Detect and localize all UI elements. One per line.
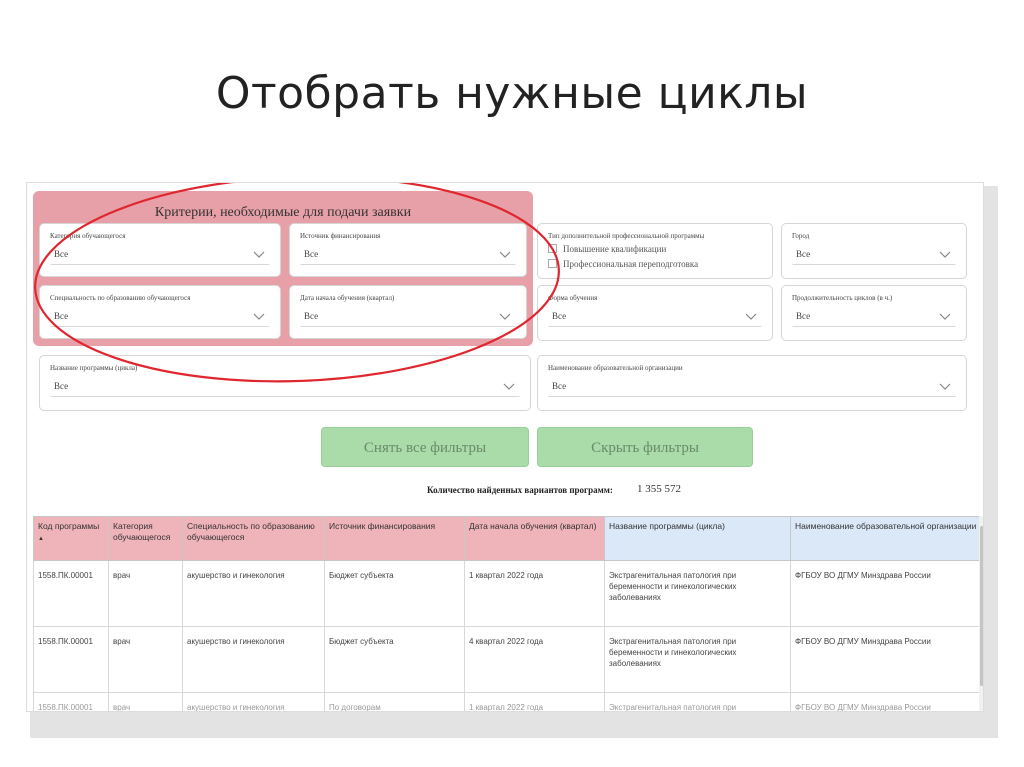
funding-filter: Источник финансирования Все [289, 223, 527, 277]
header-funding[interactable]: Источник финансирования [324, 516, 465, 561]
specialty-value: Все [54, 311, 69, 321]
checkbox-icon[interactable] [548, 244, 557, 253]
header-start-date[interactable]: Дата начала обучения (квартал) [464, 516, 605, 561]
cell-specialty: акушерство и гинекология [182, 626, 325, 693]
cell-start-date: 4 квартал 2022 года [464, 626, 605, 693]
duration-value: Все [796, 311, 811, 321]
table-scrollbar[interactable] [979, 516, 983, 711]
cell-organization: ФГБОУ ВО ДГМУ Минздрава России [789, 692, 982, 711]
results-count-label: Количество найденных вариантов программ: [427, 485, 613, 495]
program-name-value: Все [54, 381, 69, 391]
organization-value: Все [552, 381, 567, 391]
cell-funding: Бюджет субъекта [324, 560, 465, 627]
table-row[interactable]: 1558.ПК.00001 врач акушерство и гинеколо… [33, 626, 982, 693]
cell-specialty: акушерство и гинекология [182, 560, 325, 627]
option-retraining[interactable]: Профессиональная переподготовка [548, 259, 698, 269]
category-label: Категория обучающегося [50, 232, 126, 240]
cell-program-name: Экстрагенитальная патология при беременн… [604, 560, 791, 627]
category-filter: Категория обучающегося Все [39, 223, 281, 277]
city-select[interactable]: Все [792, 245, 956, 265]
option-qualification-label: Повышение квалификации [563, 244, 667, 254]
chevron-down-icon [253, 251, 265, 258]
header-organization[interactable]: Наименование образовательной организации [789, 516, 982, 561]
screenshot-frame: Критерии, необходимые для подачи заявки … [26, 182, 984, 712]
cell-organization: ФГБОУ ВО ДГМУ Минздрава России [789, 560, 982, 627]
category-select[interactable]: Все [50, 245, 270, 265]
cell-category: врач [108, 626, 183, 693]
city-filter: Город Все [781, 223, 967, 279]
chevron-down-icon [499, 313, 511, 320]
chevron-down-icon [499, 251, 511, 258]
criteria-panel: Критерии, необходимые для подачи заявки … [33, 191, 533, 346]
start-date-select[interactable]: Все [300, 307, 516, 327]
duration-select[interactable]: Все [792, 307, 956, 327]
funding-select[interactable]: Все [300, 245, 516, 265]
cell-category: врач [108, 560, 183, 627]
criteria-title: Критерии, необходимые для подачи заявки [154, 205, 412, 220]
sort-asc-icon: ▲ [38, 536, 44, 542]
start-date-label: Дата начала обучения (квартал) [300, 294, 395, 302]
table-header-row: Код программы ▲ Категория обучающегося Сп… [33, 516, 982, 561]
cell-start-date: 1 квартал 2022 года [464, 560, 605, 627]
results-count-value: 1 355 572 [637, 483, 681, 495]
cell-code: 1558.ПК.00001 [33, 560, 109, 627]
organization-select[interactable]: Все [548, 377, 956, 397]
specialty-select[interactable]: Все [50, 307, 270, 327]
checkbox-icon[interactable] [548, 259, 557, 268]
program-type-label: Тип дополнительной профессиональной прог… [548, 232, 705, 240]
hide-filters-button[interactable]: Скрыть фильтры [537, 427, 753, 467]
chevron-down-icon [253, 313, 265, 320]
header-category[interactable]: Категория обучающегося [108, 516, 183, 561]
study-form-select[interactable]: Все [548, 307, 762, 327]
program-name-filter: Название программы (цикла) Все [39, 355, 531, 411]
slide-title: Отобрать нужные циклы [215, 68, 809, 119]
duration-filter: Продолжительность циклов (в ч.) Все [781, 285, 967, 341]
program-name-label: Название программы (цикла) [50, 364, 138, 372]
header-specialty[interactable]: Специальность по образованию обучающегос… [182, 516, 325, 561]
cell-program-name: Экстрагенитальная патология при беременн… [604, 626, 791, 693]
specialty-label: Специальность по образованию обучающегос… [50, 294, 191, 302]
cell-code: 1558.ПК.00001 [33, 626, 109, 693]
chevron-down-icon [939, 383, 951, 390]
chevron-down-icon [939, 251, 951, 258]
scrollbar-thumb[interactable] [980, 526, 983, 686]
program-type-filter: Тип дополнительной профессиональной прог… [537, 223, 773, 279]
category-value: Все [54, 249, 69, 259]
specialty-filter: Специальность по образованию обучающегос… [39, 285, 281, 339]
program-name-select[interactable]: Все [50, 377, 520, 397]
cell-category: врач [108, 692, 183, 711]
table-row[interactable]: 1558.ПК.00001 врач акушерство и гинеколо… [33, 692, 982, 711]
chevron-down-icon [939, 313, 951, 320]
results-table: Код программы ▲ Категория обучающегося Сп… [33, 516, 982, 711]
chevron-down-icon [745, 313, 757, 320]
option-qualification[interactable]: Повышение квалификации [548, 244, 666, 254]
funding-value: Все [304, 249, 319, 259]
cell-specialty: акушерство и гинекология [182, 692, 325, 711]
cell-organization: ФГБОУ ВО ДГМУ Минздрава России [789, 626, 982, 693]
header-program-name[interactable]: Название программы (цикла) [604, 516, 791, 561]
header-code[interactable]: Код программы ▲ [33, 516, 109, 561]
cell-funding: По договорам [324, 692, 465, 711]
funding-label: Источник финансирования [300, 232, 381, 240]
option-retraining-label: Профессиональная переподготовка [563, 259, 699, 269]
start-date-filter: Дата начала обучения (квартал) Все [289, 285, 527, 339]
cell-program-name: Экстрагенитальная патология при [604, 692, 791, 711]
study-form-value: Все [552, 311, 567, 321]
study-form-filter: Форма обучения Все [537, 285, 773, 341]
cell-start-date: 1 квартал 2022 года [464, 692, 605, 711]
chevron-down-icon [503, 383, 515, 390]
table-row[interactable]: 1558.ПК.00001 врач акушерство и гинеколо… [33, 560, 982, 627]
cell-code: 1558.ПК.00001 [33, 692, 109, 711]
city-label: Город [792, 232, 810, 240]
study-form-label: Форма обучения [548, 294, 598, 302]
cell-funding: Бюджет субъекта [324, 626, 465, 693]
clear-filters-button[interactable]: Снять все фильтры [321, 427, 529, 467]
organization-label: Наименование образовательной организации [548, 364, 683, 372]
organization-filter: Наименование образовательной организации… [537, 355, 967, 411]
duration-label: Продолжительность циклов (в ч.) [792, 294, 893, 302]
city-value: Все [796, 249, 811, 259]
start-date-value: Все [304, 311, 319, 321]
